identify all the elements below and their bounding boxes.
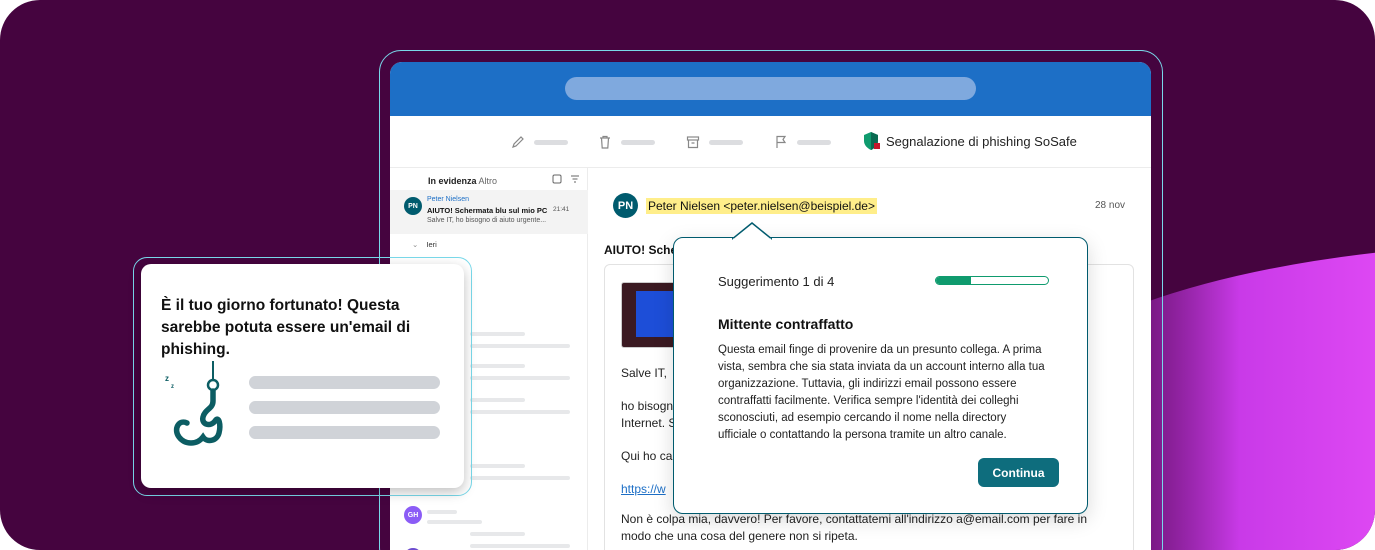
- list-item-selected[interactable]: PN Peter Nielsen AIUTO! Schermata blu su…: [390, 190, 588, 234]
- mail-list-tabs: In evidenza Altro: [428, 176, 497, 186]
- hint-text: Questa email finge di provenire da un pr…: [718, 344, 1045, 441]
- filter-icon[interactable]: [570, 174, 580, 184]
- email-greeting: Salve IT,: [621, 366, 668, 380]
- email-line: ho bisogn: [621, 399, 674, 413]
- lucky-card-title: È il tuo giorno fortunato! Questa sarebb…: [161, 297, 411, 358]
- list-placeholder: [427, 510, 457, 514]
- placeholder-bar: [249, 376, 440, 389]
- sosafe-shield-icon: [864, 132, 880, 150]
- lucky-day-card: È il tuo giorno fortunato! Questa sarebb…: [141, 264, 464, 488]
- delete-button[interactable]: [597, 134, 655, 150]
- address-bar[interactable]: [565, 77, 976, 100]
- avatar: PN: [404, 197, 422, 215]
- list-placeholder: [470, 376, 570, 380]
- archive-button[interactable]: [685, 134, 743, 150]
- title-bar: [390, 62, 1151, 116]
- list-item-time: 21:41: [553, 206, 570, 213]
- archive-icon: [686, 136, 700, 149]
- continue-button[interactable]: Continua: [978, 458, 1059, 487]
- toolbar: Segnalazione di phishing SoSafe: [390, 116, 1151, 168]
- email-link[interactable]: https://w: [621, 481, 666, 498]
- hint-title: Mittente contraffatto: [718, 316, 854, 332]
- list-placeholder: [470, 364, 525, 368]
- sender-avatar: PN: [613, 193, 638, 218]
- flag-icon: [776, 135, 787, 148]
- list-placeholder: [470, 544, 570, 548]
- flag-button[interactable]: [773, 134, 831, 150]
- list-placeholder: [470, 476, 570, 480]
- email-date: 28 nov: [1095, 200, 1126, 211]
- email-line: modo che una cosa del genere non si ripe…: [621, 529, 858, 543]
- email-line: Qui ho ca: [621, 449, 673, 463]
- avatar: GH: [404, 506, 422, 524]
- svg-text:z: z: [165, 374, 169, 383]
- sender-address[interactable]: Peter Nielsen <peter.nielsen@beispiel.de…: [646, 198, 877, 214]
- edit-button[interactable]: [510, 134, 568, 150]
- group-header-yesterday[interactable]: ⌄ Ieri: [412, 240, 437, 249]
- email-line: Internet. S: [621, 416, 677, 430]
- hint-progress-bar: [935, 276, 1049, 285]
- list-item-subject: AIUTO! Schermata blu sul mio PC: [427, 206, 548, 215]
- list-placeholder: [470, 532, 525, 536]
- email-subject: AIUTO! Sche: [604, 243, 678, 257]
- list-placeholder: [470, 344, 570, 348]
- list-placeholder: [470, 398, 525, 402]
- flag-label-placeholder: [797, 139, 831, 145]
- list-placeholder: [470, 332, 525, 336]
- hint-progress-fill: [936, 277, 971, 284]
- placeholder-bar: [249, 426, 440, 439]
- list-actions: [552, 174, 580, 184]
- tab-focused[interactable]: In evidenza: [428, 176, 477, 186]
- trash-icon: [600, 135, 610, 149]
- hint-counter: Suggerimento 1 di 4: [718, 274, 835, 289]
- sosafe-report-button[interactable]: Segnalazione di phishing SoSafe: [862, 131, 1077, 151]
- tab-other[interactable]: Altro: [479, 176, 498, 186]
- pencil-icon: [512, 136, 524, 148]
- list-placeholder: [470, 410, 570, 414]
- select-icon[interactable]: [552, 174, 562, 184]
- archive-label-placeholder: [709, 139, 743, 145]
- edit-label-placeholder: [534, 139, 568, 145]
- list-item-sender: Peter Nielsen: [427, 196, 470, 203]
- delete-label-placeholder: [621, 139, 655, 145]
- svg-text:z: z: [171, 384, 174, 390]
- placeholder-bar: [249, 401, 440, 414]
- list-placeholder: [427, 520, 482, 524]
- list-item-preview: Salve IT, ho bisogno di aiuto urgente...: [427, 217, 547, 224]
- sosafe-report-label: Segnalazione di phishing SoSafe: [886, 133, 1077, 149]
- chevron-down-icon: ⌄: [412, 240, 419, 249]
- popup-pointer: [732, 222, 772, 240]
- hint-popup: Suggerimento 1 di 4 Mittente contraffatt…: [673, 222, 1088, 514]
- group-label: Ieri: [426, 240, 437, 249]
- fishing-hook-icon: z z: [165, 361, 223, 446]
- list-placeholder: [470, 464, 525, 468]
